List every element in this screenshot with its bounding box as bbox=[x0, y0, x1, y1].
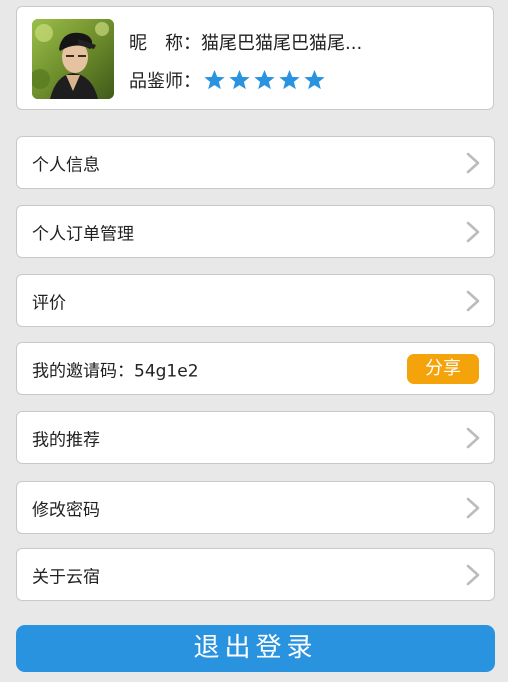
invite-code-label: 我的邀请码： bbox=[32, 361, 134, 381]
menu-item-label: 个人订单管理 bbox=[32, 224, 134, 244]
star-icon bbox=[304, 69, 325, 90]
menu-item-label: 关于云宿 bbox=[32, 567, 100, 587]
menu-item-order-management[interactable]: 个人订单管理 bbox=[16, 205, 495, 258]
share-button[interactable]: 分享 bbox=[407, 353, 479, 384]
nickname-row: 昵 称：猫尾巴猫尾巴猫尾... bbox=[129, 29, 362, 55]
star-icon bbox=[229, 69, 250, 90]
chevron-right-icon bbox=[466, 152, 480, 173]
star-icon bbox=[204, 69, 225, 90]
rating-label: 品鉴师： bbox=[129, 71, 201, 92]
avatar[interactable] bbox=[32, 19, 114, 99]
nickname-label: 昵 称： bbox=[129, 33, 201, 54]
star-icon bbox=[279, 69, 300, 90]
menu-item-change-password[interactable]: 修改密码 bbox=[16, 481, 495, 534]
menu-item-label: 我的推荐 bbox=[32, 430, 100, 450]
menu-item-my-referrals[interactable]: 我的推荐 bbox=[16, 411, 495, 464]
chevron-right-icon bbox=[466, 427, 480, 448]
menu-item-label: 修改密码 bbox=[32, 500, 100, 520]
menu-item-about[interactable]: 关于云宿 bbox=[16, 548, 495, 601]
menu-item-label: 评价 bbox=[32, 293, 66, 313]
avatar-photo bbox=[32, 19, 114, 99]
menu-item-invite-code: 我的邀请码：54g1e2 分享 bbox=[16, 342, 495, 395]
profile-card: 昵 称：猫尾巴猫尾巴猫尾... 品鉴师： bbox=[16, 6, 494, 110]
rating-stars bbox=[203, 69, 326, 91]
rating-row: 品鉴师： bbox=[129, 67, 326, 93]
chevron-right-icon bbox=[466, 290, 480, 311]
menu-item-label: 个人信息 bbox=[32, 155, 100, 175]
menu-item-review[interactable]: 评价 bbox=[16, 274, 495, 327]
logout-button[interactable]: 退出登录 bbox=[16, 625, 495, 672]
chevron-right-icon bbox=[466, 497, 480, 518]
nickname-value: 猫尾巴猫尾巴猫尾... bbox=[201, 33, 363, 54]
chevron-right-icon bbox=[466, 564, 480, 585]
menu-item-personal-info[interactable]: 个人信息 bbox=[16, 136, 495, 189]
invite-code-text: 我的邀请码：54g1e2 bbox=[32, 356, 199, 381]
chevron-right-icon bbox=[466, 221, 480, 242]
star-icon bbox=[254, 69, 275, 90]
invite-code-value: 54g1e2 bbox=[134, 361, 199, 381]
